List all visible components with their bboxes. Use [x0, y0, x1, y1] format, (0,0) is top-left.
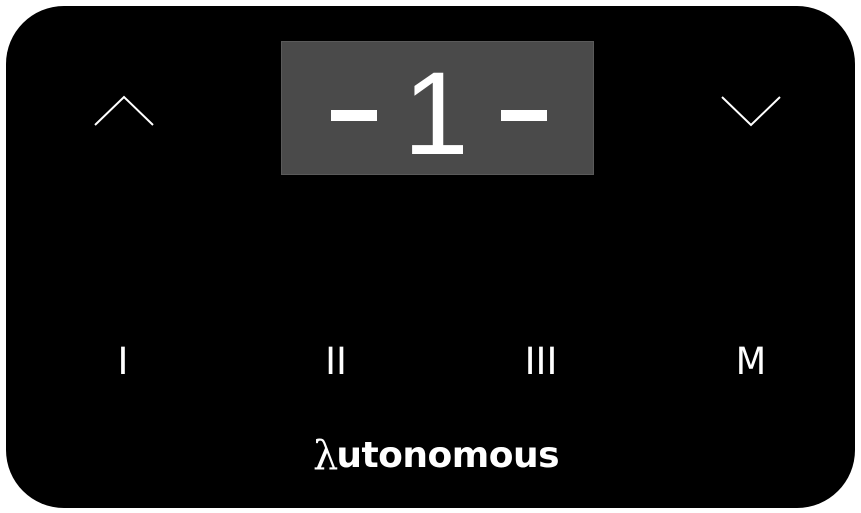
chevron-up-icon: [94, 95, 154, 126]
preset-3-label: III: [524, 339, 558, 383]
logo-wordmark: utonomous: [336, 435, 560, 476]
preset-2-button[interactable]: II: [281, 324, 391, 398]
memory-label: M: [735, 339, 767, 383]
preset-3-button[interactable]: III: [486, 324, 596, 398]
display-left-dash: [331, 110, 377, 121]
memory-button[interactable]: M: [696, 324, 806, 398]
desk-control-panel: 1 I II III M λ utonomous: [6, 6, 855, 508]
display-right-dash: [501, 110, 547, 121]
height-display: 1: [281, 41, 594, 176]
chevron-down-icon: [721, 96, 781, 127]
logo-lambda: λ: [312, 433, 339, 479]
preset-2-label: II: [325, 339, 347, 383]
display-value: 1: [403, 48, 469, 176]
autonomous-logo: λ utonomous: [276, 426, 596, 486]
height-down-button[interactable]: [701, 66, 801, 156]
height-up-button[interactable]: [74, 66, 174, 156]
preset-1-button[interactable]: I: [68, 324, 178, 398]
preset-1-label: I: [117, 339, 129, 383]
